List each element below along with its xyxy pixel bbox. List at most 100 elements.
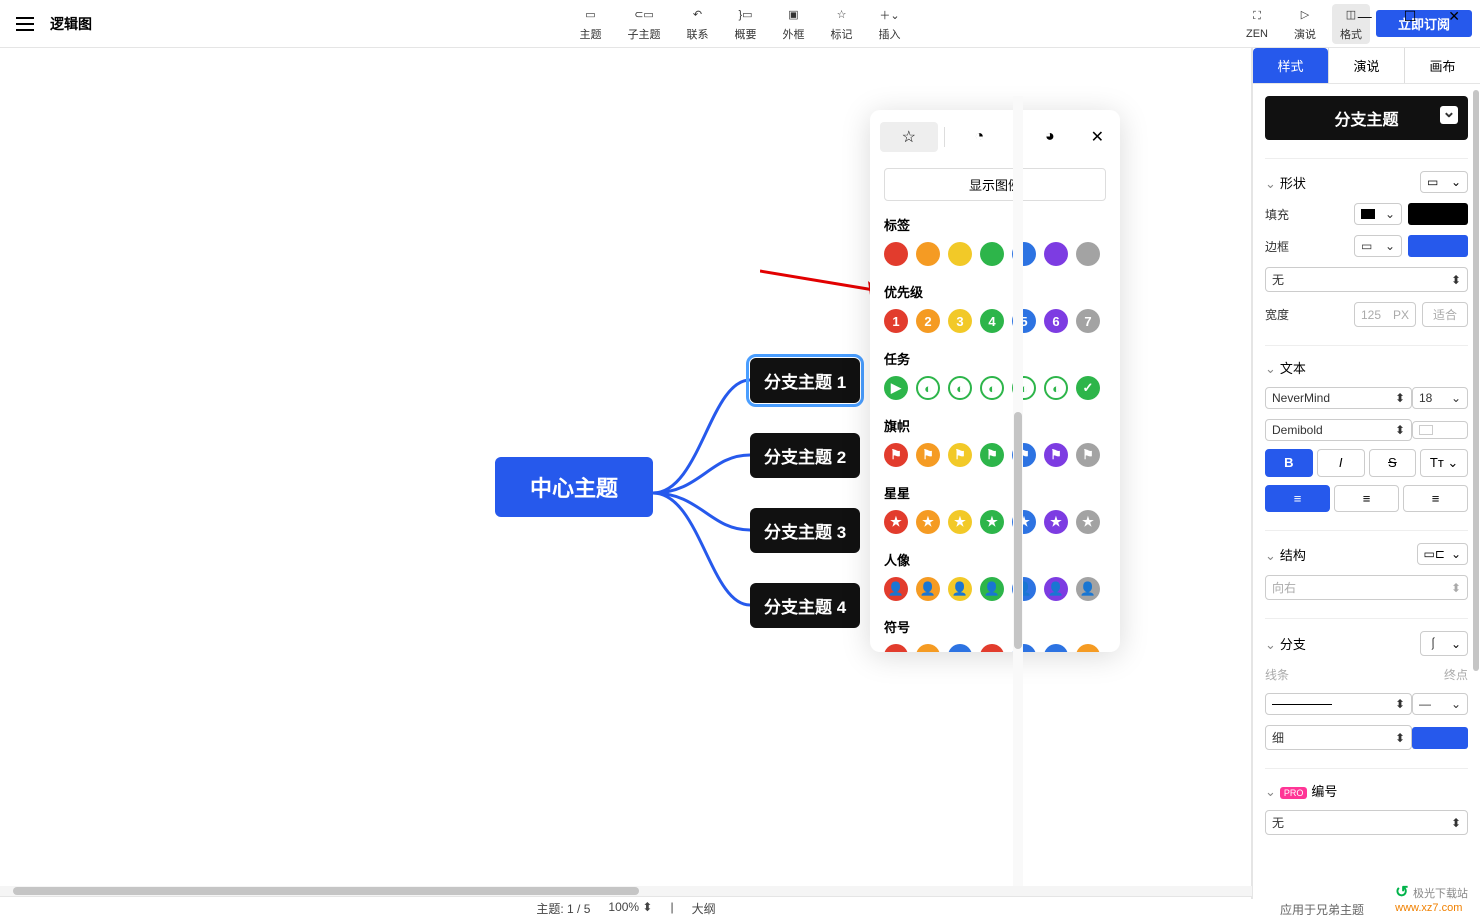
font-family-select[interactable]: NeverMind⬍ xyxy=(1265,387,1412,409)
font-weight-select[interactable]: Demibold⬍ xyxy=(1265,419,1412,441)
priority-marker-7[interactable]: 7 xyxy=(1076,309,1100,333)
panel-tab-style[interactable]: 样式 xyxy=(1253,48,1328,83)
star-marker-1[interactable]: ★ xyxy=(884,510,908,534)
star-marker-2[interactable]: ★ xyxy=(916,510,940,534)
star-marker-6[interactable]: ★ xyxy=(1044,510,1068,534)
font-size-select[interactable]: 18⌄ xyxy=(1412,387,1468,409)
tag-marker-6[interactable] xyxy=(1044,242,1068,266)
task-marker-3[interactable]: ◐ xyxy=(948,376,972,400)
branch-color-swatch[interactable] xyxy=(1412,727,1468,749)
flag-marker-6[interactable]: ⚑ xyxy=(1044,443,1068,467)
task-marker-2[interactable]: ◐ xyxy=(916,376,940,400)
task-marker-1[interactable]: ▶ xyxy=(884,376,908,400)
branch-topic-2[interactable]: 分支主题 2 xyxy=(750,433,860,478)
insert-button[interactable]: ＋⌄插入 xyxy=(869,2,911,46)
zen-button[interactable]: ⛶ZEN xyxy=(1236,4,1278,44)
people-marker-1[interactable]: 👤 xyxy=(884,577,908,601)
flag-marker-4[interactable]: ⚑ xyxy=(980,443,1004,467)
tag-marker-1[interactable] xyxy=(884,242,908,266)
star-marker-4[interactable]: ★ xyxy=(980,510,1004,534)
align-left-button[interactable]: ≡ xyxy=(1265,485,1330,512)
line-style-select[interactable]: ⬍ xyxy=(1265,693,1412,715)
fill-color-select[interactable]: ⌄ xyxy=(1354,203,1402,225)
align-right-button[interactable]: ≡ xyxy=(1403,485,1468,512)
branch-style-select[interactable]: ⎰ ⌄ xyxy=(1420,631,1468,656)
people-marker-3[interactable]: 👤 xyxy=(948,577,972,601)
people-marker-2[interactable]: 👤 xyxy=(916,577,940,601)
flag-marker-7[interactable]: ⚑ xyxy=(1076,443,1100,467)
star-marker-3[interactable]: ★ xyxy=(948,510,972,534)
width-fit-button[interactable]: 适合 xyxy=(1422,302,1468,327)
symbol-marker-2[interactable]: ● xyxy=(916,644,940,652)
window-maximize-button[interactable]: ☐ xyxy=(1404,8,1417,25)
text-case-button[interactable]: Tᴛ ⌄ xyxy=(1420,449,1468,477)
priority-marker-4[interactable]: 4 xyxy=(980,309,1004,333)
canvas[interactable]: 中心主题 分支主题 1 分支主题 2 分支主题 3 分支主题 4 ☆ ◔ ◕ ✕… xyxy=(0,48,1252,920)
flag-marker-1[interactable]: ⚑ xyxy=(884,443,908,467)
panel-tab-canvas[interactable]: 画布 xyxy=(1405,48,1480,83)
tag-marker-2[interactable] xyxy=(916,242,940,266)
summary-button[interactable]: }▭概要 xyxy=(725,2,767,46)
bold-button[interactable]: B xyxy=(1265,449,1313,477)
priority-marker-6[interactable]: 6 xyxy=(1044,309,1068,333)
topic-count[interactable]: 主题: 1 / 5 xyxy=(536,900,590,917)
boundary-button[interactable]: ▣外框 xyxy=(773,2,815,46)
marker-button[interactable]: ☆标记 xyxy=(821,2,863,46)
tag-marker-3[interactable] xyxy=(948,242,972,266)
tag-marker-7[interactable] xyxy=(1076,242,1100,266)
flag-marker-2[interactable]: ⚑ xyxy=(916,443,940,467)
popover-close-button[interactable]: ✕ xyxy=(1085,127,1110,147)
people-marker-6[interactable]: 👤 xyxy=(1044,577,1068,601)
popover-tab-marker[interactable]: ☆ xyxy=(880,122,938,152)
topic-button[interactable]: ▭主题 xyxy=(570,2,612,46)
branch-topic-4[interactable]: 分支主题 4 xyxy=(750,583,860,628)
symbol-marker-4[interactable]: ● xyxy=(980,644,1004,652)
border-color-swatch[interactable] xyxy=(1408,235,1468,257)
fill-color-swatch[interactable] xyxy=(1408,203,1468,225)
center-topic[interactable]: 中心主题 xyxy=(495,457,653,517)
priority-marker-1[interactable]: 1 xyxy=(884,309,908,333)
flag-marker-3[interactable]: ⚑ xyxy=(948,443,972,467)
numbering-select[interactable]: 无⬍ xyxy=(1265,810,1468,835)
topic-type-selector[interactable]: 分支主题 xyxy=(1265,96,1468,140)
font-color-select[interactable] xyxy=(1412,421,1468,439)
sidepanel-scrollbar[interactable] xyxy=(1472,90,1480,920)
pitch-button[interactable]: ▷演说 xyxy=(1284,2,1326,46)
task-marker-4[interactable]: ◐ xyxy=(980,376,1004,400)
tag-marker-4[interactable] xyxy=(980,242,1004,266)
subtopic-button[interactable]: ⊂▭子主题 xyxy=(618,2,671,46)
relationship-button[interactable]: ↶联系 xyxy=(677,2,719,46)
shape-select[interactable]: ▭ ⌄ xyxy=(1420,171,1468,193)
border-style-select[interactable]: ▭ ⌄ xyxy=(1354,235,1402,257)
priority-marker-3[interactable]: 3 xyxy=(948,309,972,333)
zoom-level[interactable]: 100% ⬍ xyxy=(608,900,652,917)
popover-tab-illustration[interactable]: ◕ xyxy=(1021,123,1079,151)
strikethrough-button[interactable]: S xyxy=(1369,449,1417,477)
outline-button[interactable]: 大纲 xyxy=(692,900,716,917)
menu-button[interactable] xyxy=(0,17,50,31)
border-line-style-select[interactable]: 无⬍ xyxy=(1265,267,1468,292)
symbol-marker-3[interactable]: ● xyxy=(948,644,972,652)
task-marker-7[interactable]: ✓ xyxy=(1076,376,1100,400)
italic-button[interactable]: I xyxy=(1317,449,1365,477)
vertical-scrollbar[interactable] xyxy=(1013,96,1023,886)
endpoint-select[interactable]: — ⌄ xyxy=(1412,693,1468,715)
window-close-button[interactable]: ✕ xyxy=(1448,8,1460,25)
branch-topic-3[interactable]: 分支主题 3 xyxy=(750,508,860,553)
popover-tab-sticker[interactable]: ◔ xyxy=(951,123,1009,151)
line-thickness-select[interactable]: 细⬍ xyxy=(1265,725,1412,750)
symbol-marker-1[interactable]: ● xyxy=(884,644,908,652)
people-marker-4[interactable]: 👤 xyxy=(980,577,1004,601)
window-minimize-button[interactable]: — xyxy=(1358,8,1372,25)
panel-tab-pitch[interactable]: 演说 xyxy=(1328,48,1405,83)
symbol-marker-6[interactable]: ● xyxy=(1044,644,1068,652)
structure-select[interactable]: ▭⊏ ⌄ xyxy=(1417,543,1468,565)
priority-marker-2[interactable]: 2 xyxy=(916,309,940,333)
direction-select[interactable]: 向右⬍ xyxy=(1265,575,1468,600)
task-marker-6[interactable]: ◐ xyxy=(1044,376,1068,400)
width-input[interactable]: 125PX xyxy=(1354,302,1416,327)
people-marker-7[interactable]: 👤 xyxy=(1076,577,1100,601)
branch-topic-1[interactable]: 分支主题 1 xyxy=(750,358,860,403)
horizontal-scrollbar[interactable] xyxy=(0,886,1252,896)
show-legend-button[interactable]: 显示图例 xyxy=(884,168,1106,201)
